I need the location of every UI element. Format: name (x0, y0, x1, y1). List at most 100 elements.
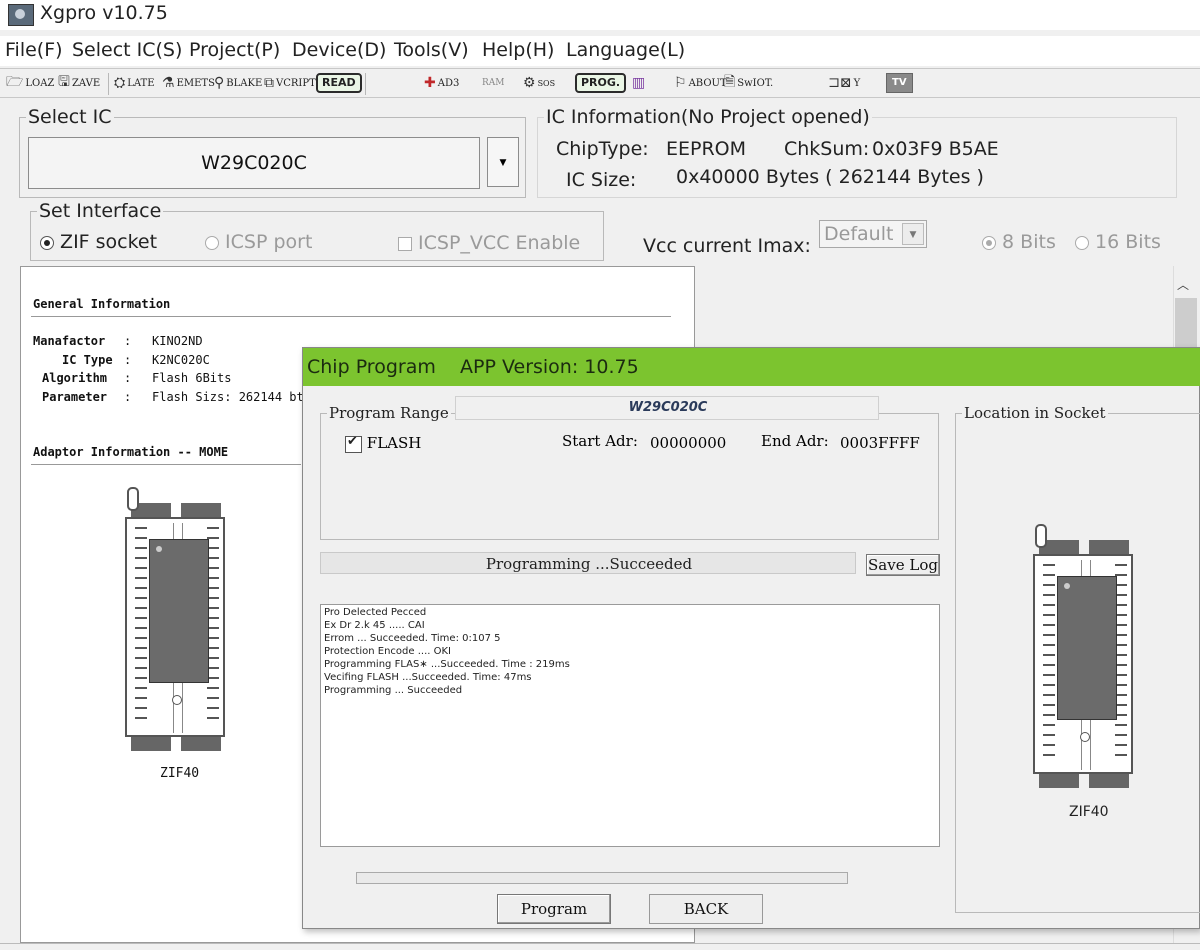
log-line: Programming ... Succeeded (324, 685, 463, 696)
manufactor-label: Manafactor (33, 334, 106, 348)
set-interface-legend: Set Interface (39, 200, 162, 222)
parameter-value: Flash Sizs: 262144 bt (152, 390, 304, 404)
verify-icon: ⧉ (264, 75, 274, 91)
toolbar: 🗁 LOAZ 🖫 ZAVE ⛭ LATE ⚗ EMETS ⚲ BLAKE ⧉ VCRIPT … (0, 68, 1200, 98)
zif40-socket-location-image (1033, 524, 1137, 789)
icsize-label: IC Size: (566, 169, 637, 191)
about-icon: ⚐ (674, 75, 687, 91)
save-button[interactable]: 🖫 ZAVE (58, 73, 100, 93)
vcc-current-label: Vcc current Imax: (643, 235, 811, 257)
menu-bar: File(F) Select IC(S) Project(P) Device(D… (0, 36, 1200, 66)
menu-project[interactable]: Project(P) (189, 39, 280, 61)
icsp-vcc-checkbox[interactable]: ICSP_VCC Enable (398, 232, 580, 254)
prog-button[interactable]: PROG. (575, 73, 627, 93)
emets-button[interactable]: ⚗ EMETS (162, 73, 215, 93)
swiot-button[interactable]: 🗎 SwIOT. (724, 73, 773, 93)
8-bits-radio[interactable]: 8 Bits (982, 231, 1056, 253)
about-button[interactable]: ⚐ ABOUT (674, 73, 727, 93)
chevron-down-icon: ▼ (902, 223, 924, 245)
log-line: Programming FLAS∗ ...Succeeded. Time : 2… (324, 659, 570, 670)
checkbox-checked-icon (345, 434, 362, 453)
colon: : (124, 334, 139, 348)
scrollbar-thumb[interactable] (1175, 298, 1197, 350)
ad3-button[interactable]: ✚ AD3 (424, 73, 459, 93)
log-area[interactable]: Pro Delected Pecced Ex Dr 2.k 45 ..... C… (320, 604, 940, 847)
toolbar-separator (365, 73, 366, 95)
ic-information-legend: IC Information(No Project opened) (546, 106, 870, 128)
adapter-icon: ⊐⊠ (828, 75, 852, 91)
read-button[interactable]: READ (316, 73, 362, 93)
right-pane (695, 266, 1173, 352)
general-info-heading: General Information (33, 297, 171, 311)
sos-button[interactable]: ⚙ SOS (523, 73, 555, 93)
icsp-port-radio[interactable]: ICSP port (205, 231, 312, 253)
chip-program-dialog: Chip Program APP Version: 10.75 Program … (302, 347, 1200, 929)
algorithm-label: Algorithm (42, 371, 108, 385)
menu-file[interactable]: File(F) (5, 39, 63, 61)
radio-selected-icon (40, 235, 54, 250)
chip-info-button[interactable]: ▥ (632, 73, 645, 93)
zif-socket-radio[interactable]: ZIF socket (40, 231, 157, 253)
log-line: Vecifing FLASH ...Succeeded. Time: 47ms (324, 672, 532, 683)
radio-selected-icon (982, 235, 996, 250)
colon: : (124, 371, 139, 385)
lever-icon (1035, 524, 1047, 548)
log-line: Pro Delected Pecced (324, 607, 427, 618)
tv-button[interactable]: TV (886, 73, 913, 93)
algorithm-value: Flash 6Bits (152, 371, 232, 385)
16-bits-radio[interactable]: 16 Bits (1075, 231, 1161, 253)
ic-select-value: W29C020C (201, 152, 307, 174)
chip-icon: ⛭ (114, 75, 126, 91)
ic-chip-icon (149, 539, 209, 683)
y-button[interactable]: ⊐⊠ Y (828, 73, 860, 93)
menu-help[interactable]: Help(H) (482, 39, 554, 61)
flash-checkbox[interactable]: FLASH (345, 434, 421, 453)
title-bar: Xgpro v10.75 (0, 0, 1200, 30)
save-icon: 🖫 (58, 74, 70, 90)
back-button[interactable]: BACK (649, 894, 763, 924)
sos-icon: ⚙ (523, 75, 536, 91)
chip-name: W29C020C (628, 400, 708, 415)
socket-label: ZIF40 (160, 766, 200, 781)
ictype-label: IC Type (62, 353, 113, 367)
menu-select-ic[interactable]: Select IC(S) (72, 39, 182, 61)
adaptor-info-heading: Adaptor Information -- MOME (33, 445, 229, 459)
chip-name-box: W29C020C (455, 396, 879, 420)
window-title: Xgpro v10.75 (40, 2, 168, 24)
log-line: Errom ... Succeeded. Time: 0:107 5 (324, 633, 501, 644)
chiptype-label: ChipType: (556, 138, 649, 160)
chevron-down-icon: ▼ (499, 158, 507, 168)
end-adr-value: 0003FFFF (840, 434, 920, 452)
vcc-current-value: Default (824, 223, 894, 245)
ictype-value: K2NC020C (152, 353, 210, 367)
dialog-title: Chip Program APP Version: 10.75 (307, 356, 639, 378)
chksum-label: ChkSum: (784, 138, 870, 160)
ic-select-field[interactable]: W29C020C (28, 137, 480, 189)
vcc-current-select[interactable]: Default ▼ (819, 220, 927, 248)
log-line: Ex Dr 2.k 45 ..... CAI (324, 620, 425, 631)
open-folder-icon: 🗁 (6, 74, 24, 90)
start-adr-label: Start Adr: (562, 432, 638, 450)
vcript-button[interactable]: ⧉ VCRIPT (264, 73, 316, 93)
status-bar: Programming ...Succeeded (320, 552, 856, 574)
zif40-socket-image (125, 487, 229, 752)
scroll-up-icon[interactable]: ︿ (1177, 276, 1189, 293)
radio-empty-icon (1075, 235, 1089, 250)
start-adr-value: 00000000 (650, 434, 727, 452)
dialog-title-bar: Chip Program APP Version: 10.75 (303, 348, 1200, 386)
divider (31, 316, 671, 317)
ic-dropdown-button[interactable]: ▼ (487, 137, 519, 187)
ram-button[interactable]: RAM (482, 73, 505, 93)
menu-tools[interactable]: Tools(V) (394, 39, 469, 61)
document-icon: 🗎 (724, 74, 736, 90)
blake-button[interactable]: ⚲ BLAKE (214, 73, 262, 93)
save-log-button[interactable]: Save Log (866, 554, 940, 576)
late-button[interactable]: ⛭ LATE (114, 73, 155, 93)
progress-bar (356, 872, 848, 884)
menu-device[interactable]: Device(D) (292, 39, 386, 61)
load-button[interactable]: 🗁 LOAZ (6, 73, 54, 93)
program-range-legend: Program Range (329, 404, 449, 422)
menu-language[interactable]: Language(L) (566, 39, 685, 61)
lever-icon (127, 487, 139, 511)
program-button[interactable]: Program (497, 894, 611, 924)
